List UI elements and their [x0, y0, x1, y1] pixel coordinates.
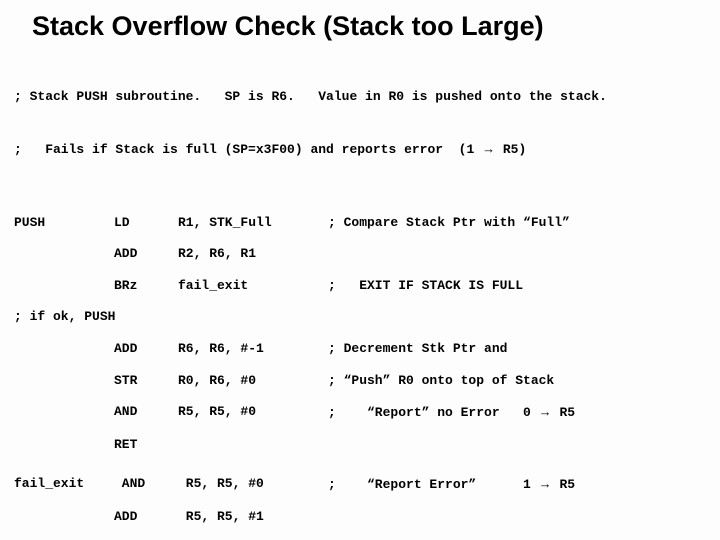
row-opcode: STR: [114, 372, 178, 390]
row-args: R2, R6, R1: [178, 245, 328, 263]
row-args: R5, R5, #0: [178, 475, 328, 494]
desc-line1: ; Stack PUSH subroutine. SP is R6. Value…: [14, 88, 706, 106]
row-comment-post: R5: [552, 477, 575, 492]
code-row: fail_exit AND R5, R5, #0 ; “Report Error…: [14, 475, 706, 494]
row-args: R0, R6, #0: [178, 372, 328, 390]
row-comment: ; Compare Stack Ptr with “Full”: [328, 214, 706, 232]
code-row: ADD R2, R6, R1: [14, 245, 706, 263]
row-opcode: ADD: [114, 340, 178, 358]
slide: Stack Overflow Check (Stack too Large) ;…: [0, 0, 720, 540]
row-label: [14, 436, 114, 454]
row-label: [14, 508, 114, 526]
row-opcode: AND: [114, 475, 178, 494]
code-row: ADD R6, R6, #-1 ; Decrement Stk Ptr and: [14, 340, 706, 358]
code-row: BRz fail_exit ; EXIT IF STACK IS FULL: [14, 277, 706, 295]
code-row: ADD R5, R5, #1: [14, 508, 706, 526]
row-label: [14, 403, 114, 422]
row-opcode: ADD: [114, 508, 178, 526]
row-comment-post: R5: [552, 405, 575, 420]
code-row: AND R5, R5, #0 ; “Report” no Error 0 → R…: [14, 403, 706, 422]
row-comment: ; “Push” R0 onto top of Stack: [328, 372, 706, 390]
row-comment: [328, 245, 706, 263]
row-comment: ; “Report Error” 1 → R5: [328, 475, 706, 494]
row-args: R6, R6, #-1: [178, 340, 328, 358]
row-opcode: LD: [114, 214, 178, 232]
row-opcode: AND: [114, 403, 178, 422]
arrow-icon: →: [539, 475, 552, 493]
row-comment: ; EXIT IF STACK IS FULL: [328, 277, 706, 295]
row-label: [14, 245, 114, 263]
row-comment: [328, 508, 706, 526]
section-label: ; if ok, PUSH: [14, 308, 706, 326]
row-opcode: BRz: [114, 277, 178, 295]
desc-line2-tail: R5): [495, 142, 526, 157]
spacer: [14, 467, 706, 475]
row-opcode: ADD: [114, 245, 178, 263]
row-opcode: RET: [114, 436, 178, 454]
row-args: [178, 436, 328, 454]
code-row: PUSH LD R1, STK_Full ; Compare Stack Ptr…: [14, 214, 706, 232]
row-comment-pre: ; “Report Error” 1: [328, 477, 539, 492]
row-label: fail_exit: [14, 475, 114, 494]
row-args: fail_exit: [178, 277, 328, 295]
row-args: R5, R5, #0: [178, 403, 328, 422]
desc-line2-pre: ; Fails if Stack is full (SP=x3F00) and …: [14, 142, 482, 157]
row-args: R5, R5, #1: [178, 508, 328, 526]
description-block: ; Stack PUSH subroutine. SP is R6. Value…: [14, 52, 706, 193]
row-label: PUSH: [14, 214, 114, 232]
code-row: RET: [14, 436, 706, 454]
row-comment: ; Decrement Stk Ptr and: [328, 340, 706, 358]
arrow-icon: →: [482, 140, 495, 158]
row-comment: [328, 436, 706, 454]
row-label: [14, 372, 114, 390]
desc-line2: ; Fails if Stack is full (SP=x3F00) and …: [14, 140, 706, 159]
row-args: R1, STK_Full: [178, 214, 328, 232]
row-comment: ; “Report” no Error 0 → R5: [328, 403, 706, 422]
row-comment-pre: ; “Report” no Error 0: [328, 405, 539, 420]
slide-title: Stack Overflow Check (Stack too Large): [14, 8, 706, 44]
row-label: [14, 277, 114, 295]
arrow-icon: →: [539, 403, 552, 421]
row-label: [14, 340, 114, 358]
code-row: STR R0, R6, #0 ; “Push” R0 onto top of S…: [14, 372, 706, 390]
